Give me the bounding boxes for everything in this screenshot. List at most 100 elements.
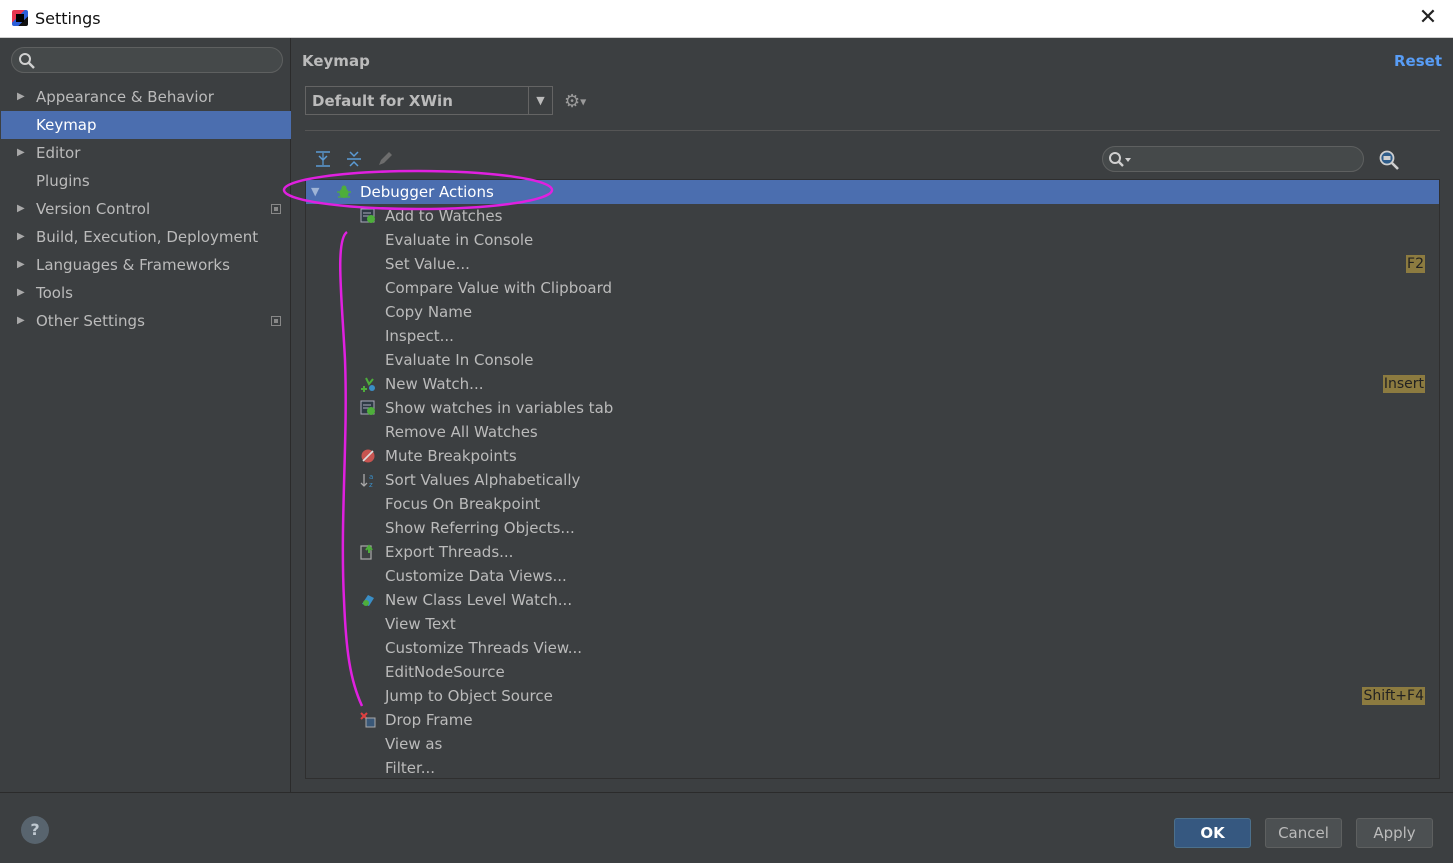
watch-icon — [360, 400, 375, 415]
tree-action-label: Compare Value with Clipboard — [385, 279, 613, 297]
sidebar-item[interactable]: Plugins — [1, 167, 291, 195]
page-title: Keymap — [302, 52, 370, 70]
tree-action-label: Jump to Object Source — [385, 687, 553, 705]
help-button[interactable]: ? — [21, 816, 49, 844]
tree-action-row[interactable]: Set Value... F2 — [306, 252, 1439, 276]
tree-action-row[interactable]: Copy Name — [306, 300, 1439, 324]
cancel-button[interactable]: Cancel — [1265, 818, 1342, 848]
tree-action-label: Customize Threads View... — [385, 639, 583, 657]
search-icon — [19, 53, 35, 69]
tree-action-row[interactable]: View Text — [306, 612, 1439, 636]
sidebar-item-label: Keymap — [36, 116, 97, 134]
tree-action-row[interactable]: Jump to Object Source Shift+F4 — [306, 684, 1439, 708]
search-icon — [1109, 152, 1131, 167]
sidebar-item-label: Other Settings — [36, 312, 145, 330]
window-title: Settings — [35, 9, 101, 28]
project-level-icon — [271, 204, 281, 214]
keymap-panel: Keymap Reset Default for XWin ▼ ⚙▼ ▼ Deb… — [292, 38, 1452, 792]
sidebar-item-label: Build, Execution, Deployment — [36, 228, 259, 246]
tree-action-label: Add to Watches — [385, 207, 503, 225]
sidebar-item-label: Plugins — [36, 172, 90, 190]
reset-link[interactable]: Reset — [1394, 52, 1442, 70]
keymap-actions-tree[interactable]: ▼ Debugger Actions Add to Watches Evaluat… — [305, 179, 1440, 779]
sidebar-item[interactable]: ▶ Languages & Frameworks — [1, 251, 291, 279]
sidebar-item[interactable]: ▶ Version Control — [1, 195, 291, 223]
find-by-shortcut-icon[interactable] — [1378, 149, 1400, 175]
sidebar-search-input[interactable] — [11, 47, 283, 73]
tree-group-debugger-actions[interactable]: ▼ Debugger Actions — [306, 180, 1439, 204]
watch-icon — [360, 208, 375, 223]
tree-action-row[interactable]: Customize Threads View... — [306, 636, 1439, 660]
close-icon[interactable]: ✕ — [1417, 5, 1439, 31]
sidebar-item[interactable]: ▶ Appearance & Behavior — [1, 83, 291, 111]
tree-action-row[interactable]: Evaluate in Console — [306, 228, 1439, 252]
tree-action-row[interactable]: Show watches in variables tab — [306, 396, 1439, 420]
tree-action-row[interactable]: New Watch... Insert — [306, 372, 1439, 396]
expand-arrow-icon[interactable]: ▶ — [17, 307, 25, 335]
intellij-app-icon — [12, 10, 28, 26]
tree-action-row[interactable]: Export Threads... — [306, 540, 1439, 564]
new-watch-icon — [361, 377, 375, 392]
tree-action-row[interactable]: EditNodeSource — [306, 660, 1439, 684]
expand-arrow-icon[interactable]: ▶ — [17, 223, 25, 251]
sidebar-item[interactable]: ▶ Tools — [1, 279, 291, 307]
tree-action-row[interactable]: Remove All Watches — [306, 420, 1439, 444]
sort-alpha-icon: az — [360, 473, 373, 488]
sidebar-item[interactable]: ▶ Editor — [1, 139, 291, 167]
sidebar-item[interactable]: ▶ Other Settings — [1, 307, 291, 335]
divider — [305, 130, 1440, 131]
tree-action-row[interactable]: Filter... — [306, 756, 1439, 778]
mute-breakpoints-icon — [361, 449, 375, 463]
tree-action-row[interactable]: New Class Level Watch... — [306, 588, 1439, 612]
ok-button[interactable]: OK — [1174, 818, 1251, 848]
sidebar-item-label: Editor — [36, 144, 81, 162]
tree-action-row[interactable]: Drop Frame — [306, 708, 1439, 732]
expand-arrow-icon[interactable]: ▶ — [17, 251, 25, 279]
tree-action-label: Mute Breakpoints — [385, 447, 517, 465]
sidebar-item-label: Appearance & Behavior — [36, 88, 214, 106]
drop-frame-icon — [360, 712, 376, 728]
tree-action-label: View as — [385, 735, 443, 753]
tree-action-row[interactable]: Inspect... — [306, 324, 1439, 348]
apply-button[interactable]: Apply — [1356, 818, 1433, 848]
expand-arrow-icon[interactable]: ▶ — [17, 279, 25, 307]
tree-action-label: Show Referring Objects... — [385, 519, 575, 537]
tree-action-row[interactable]: Show Referring Objects... — [306, 516, 1439, 540]
tree-action-row[interactable]: Focus On Breakpoint — [306, 492, 1439, 516]
expand-arrow-icon[interactable]: ▶ — [17, 139, 25, 167]
vertical-scrollbar[interactable] — [1439, 395, 1440, 715]
tree-action-row[interactable]: Evaluate In Console — [306, 348, 1439, 372]
edit-shortcut-icon[interactable] — [375, 149, 395, 169]
gear-icon[interactable]: ⚙▼ — [564, 91, 586, 112]
shortcut-badge: Insert — [1382, 375, 1425, 393]
tree-action-label: Focus On Breakpoint — [385, 495, 541, 513]
class-watch-icon — [362, 595, 374, 606]
tree-action-label: Set Value... — [385, 255, 470, 273]
tree-action-row[interactable]: Compare Value with Clipboard — [306, 276, 1439, 300]
tree-action-row[interactable]: a z Sort Values Alphabetically — [306, 468, 1439, 492]
tree-action-label: Remove All Watches — [385, 423, 538, 441]
expand-all-icon[interactable] — [313, 149, 333, 169]
tree-action-row[interactable]: Customize Data Views... — [306, 564, 1439, 588]
expand-arrow-icon[interactable]: ▶ — [17, 195, 25, 223]
tree-action-row[interactable]: View as — [306, 732, 1439, 756]
tree-action-label: Inspect... — [385, 327, 454, 345]
tree-action-label: Export Threads... — [385, 543, 514, 561]
sidebar-item[interactable]: Keymap — [1, 111, 291, 139]
collapse-all-icon[interactable] — [344, 149, 364, 169]
chevron-down-icon[interactable]: ▼ — [528, 87, 552, 114]
tree-action-label: New Class Level Watch... — [385, 591, 573, 609]
settings-sidebar: ▶ Appearance & Behavior Keymap ▶ Editor Plugi… — [1, 38, 291, 792]
keymap-scheme-select[interactable]: Default for XWin ▼ — [305, 86, 553, 115]
sidebar-item-label: Tools — [36, 284, 73, 302]
shortcut-badge: F2 — [1406, 255, 1425, 273]
tree-action-label: Show watches in variables tab — [385, 399, 614, 417]
svg-text:z: z — [369, 481, 373, 488]
tree-action-row[interactable]: Mute Breakpoints — [306, 444, 1439, 468]
action-search-input[interactable] — [1102, 146, 1364, 172]
expand-arrow-icon[interactable]: ▶ — [17, 83, 25, 111]
expand-arrow-icon[interactable]: ▼ — [311, 180, 319, 204]
sidebar-item[interactable]: ▶ Build, Execution, Deployment — [1, 223, 291, 251]
tree-action-row[interactable]: Add to Watches — [306, 204, 1439, 228]
dialog-button-bar: ? OK Cancel Apply — [0, 792, 1453, 863]
